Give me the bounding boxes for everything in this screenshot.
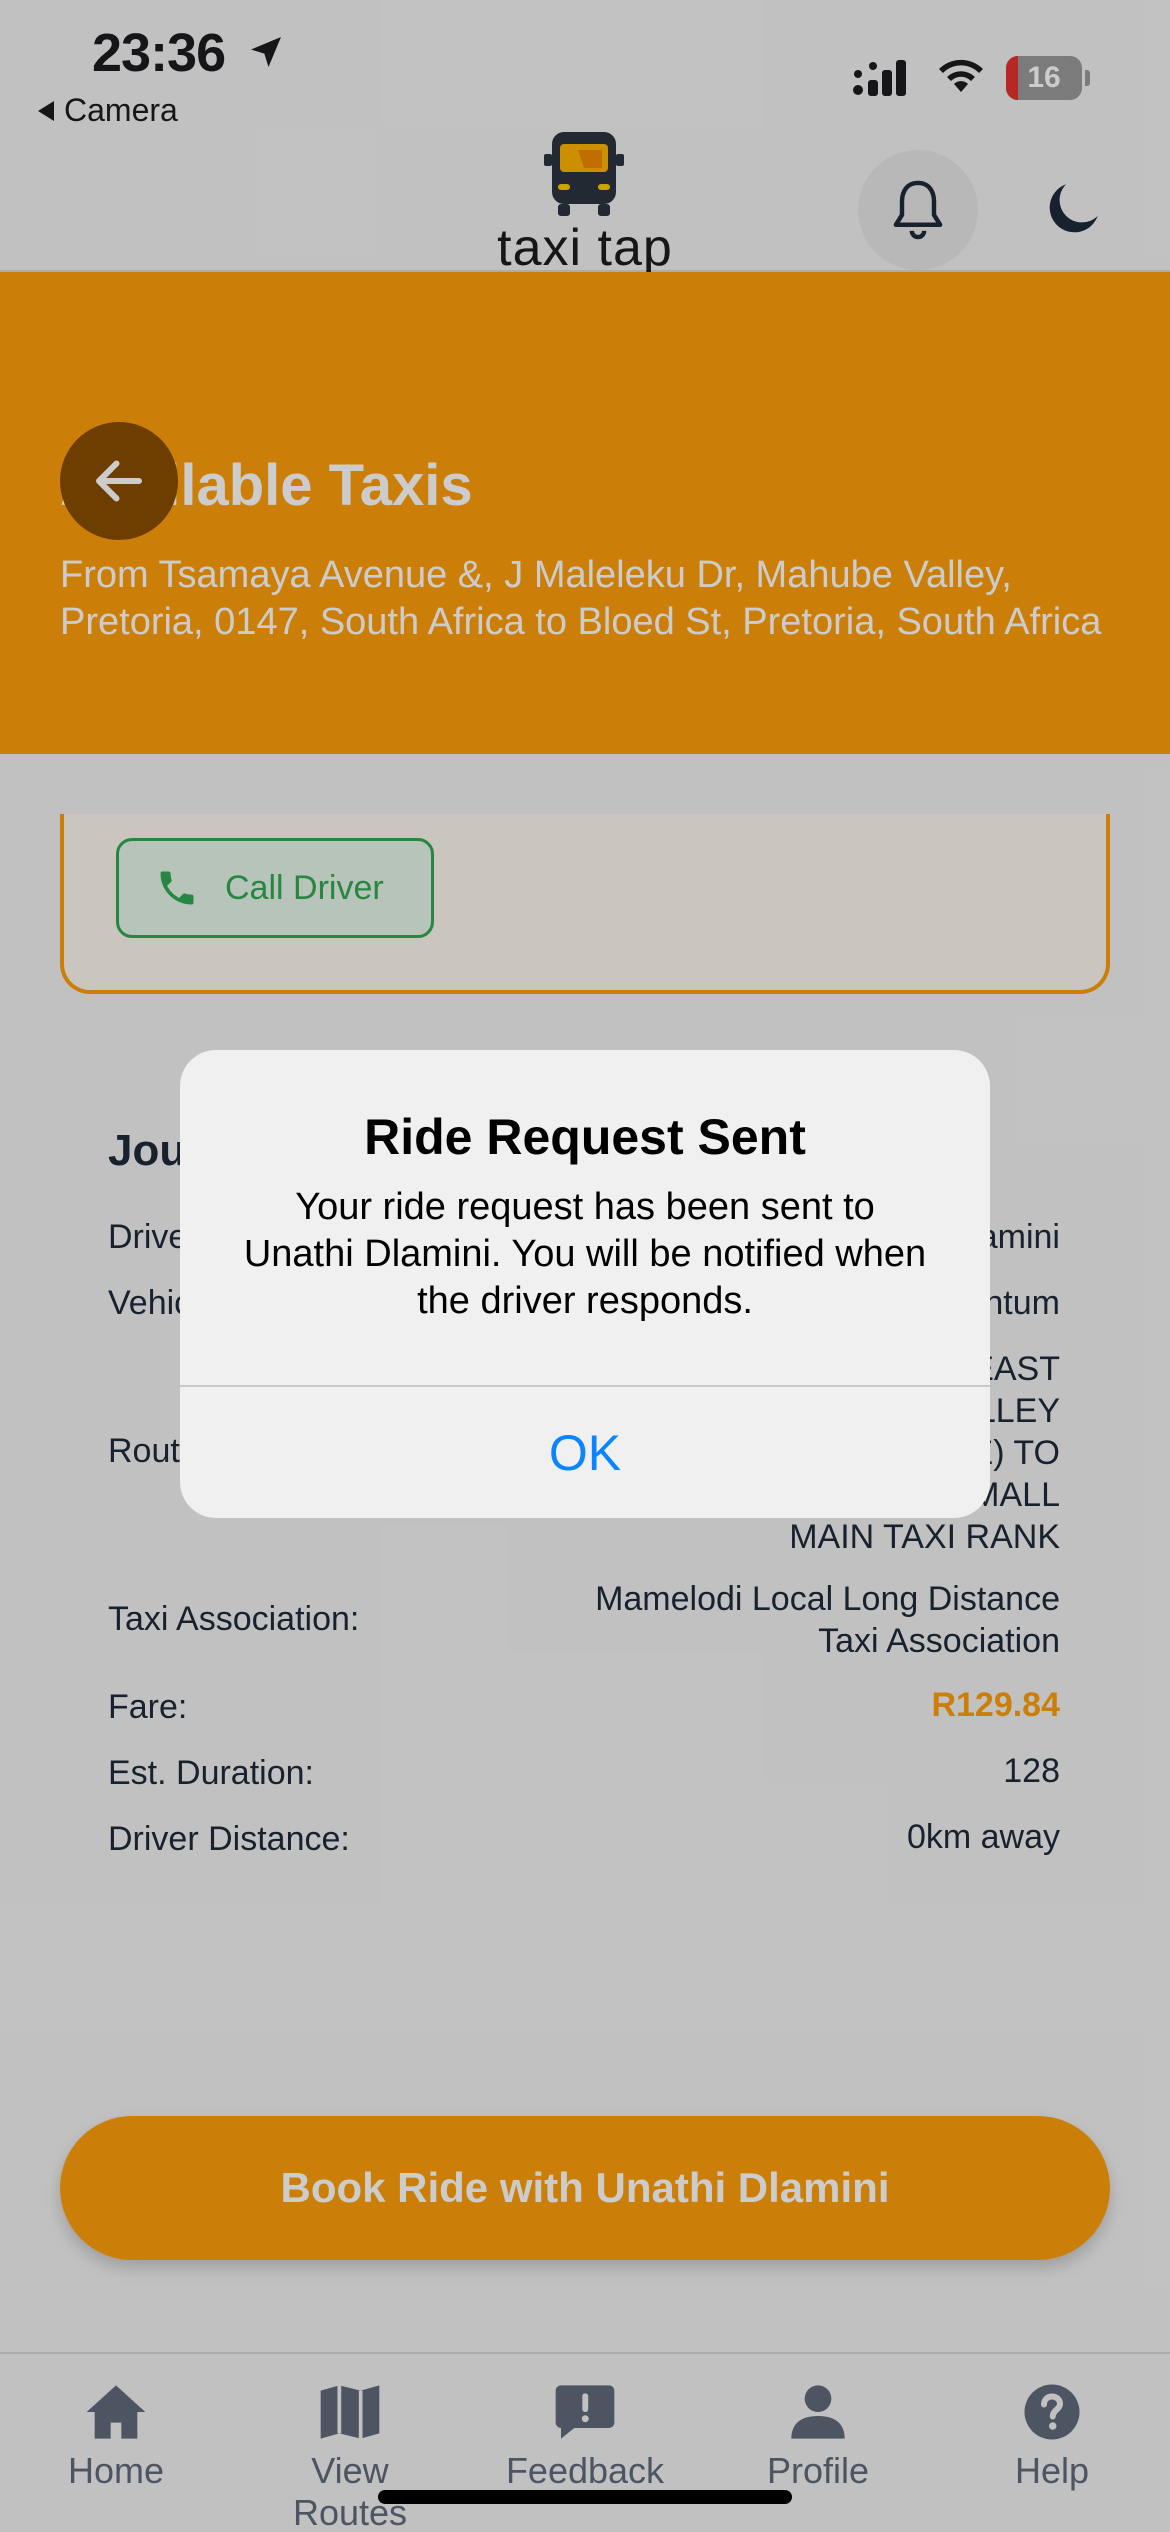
alert-ok-button[interactable]: OK bbox=[180, 1387, 990, 1518]
ride-request-alert: Ride Request Sent Your ride request has … bbox=[180, 1050, 990, 1518]
alert-message: Your ride request has been sent to Unath… bbox=[243, 1186, 927, 1322]
home-indicator bbox=[378, 2490, 792, 2504]
alert-title: Ride Request Sent bbox=[364, 1109, 806, 1165]
